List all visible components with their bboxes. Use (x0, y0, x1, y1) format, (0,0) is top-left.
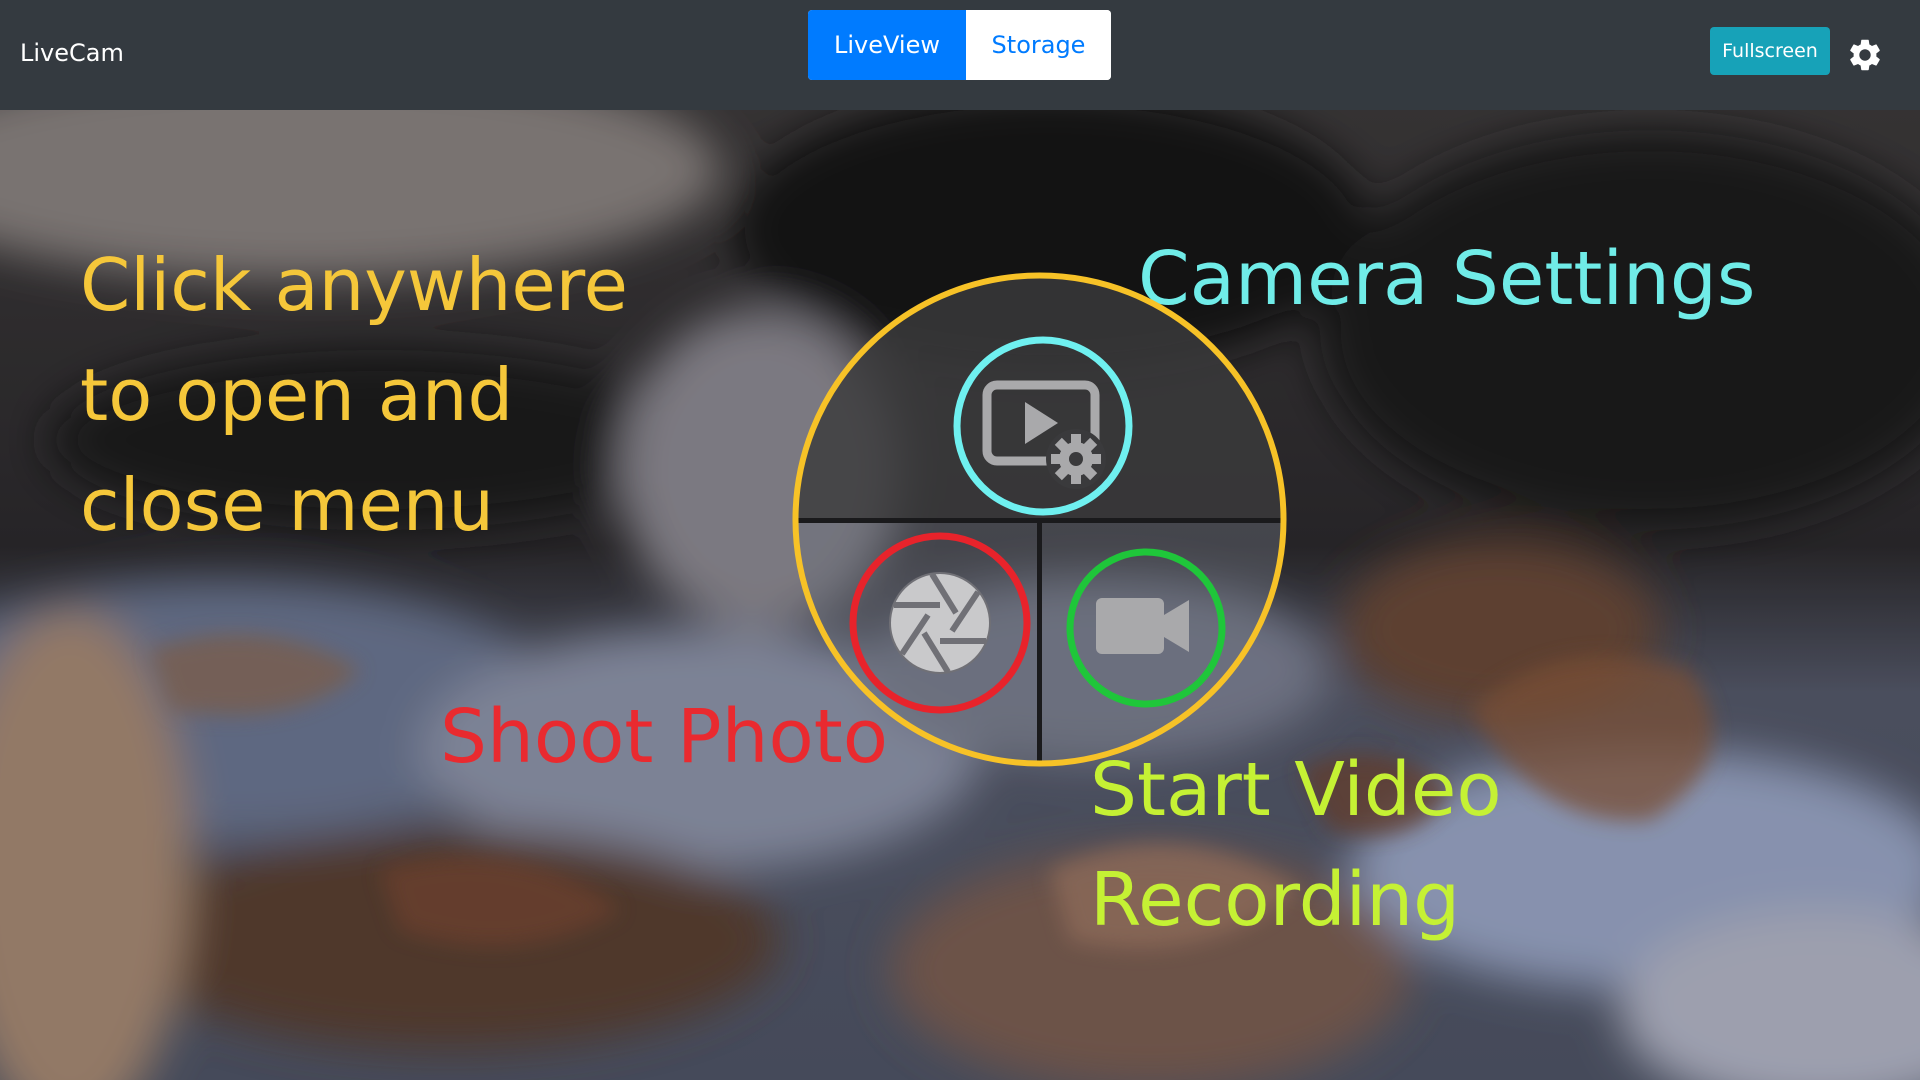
tab-liveview[interactable]: LiveView (808, 10, 966, 80)
settings-button[interactable] (1846, 36, 1884, 74)
gear-icon (1850, 39, 1880, 71)
navbar: LiveCam LiveView Storage Fullscreen (0, 0, 1920, 110)
hint-line: close menu (80, 463, 495, 547)
radial-menu (792, 272, 1287, 767)
tab-storage[interactable]: Storage (966, 10, 1111, 80)
app-brand[interactable]: LiveCam (20, 39, 124, 67)
hint-click-anywhere: Click anywhere to open and close menu (80, 230, 628, 560)
hint-line: Click anywhere (80, 243, 628, 327)
hint-line: Recording (1090, 857, 1461, 943)
hint-line: to open and (80, 353, 514, 437)
live-camera-view[interactable]: Click anywhere to open and close menu Ca… (0, 110, 1920, 1080)
view-tabs: LiveView Storage (808, 10, 1111, 80)
fullscreen-button[interactable]: Fullscreen (1710, 27, 1830, 75)
hint-start-video: Start Video Recording (1090, 735, 1502, 955)
aperture-icon (889, 572, 991, 674)
